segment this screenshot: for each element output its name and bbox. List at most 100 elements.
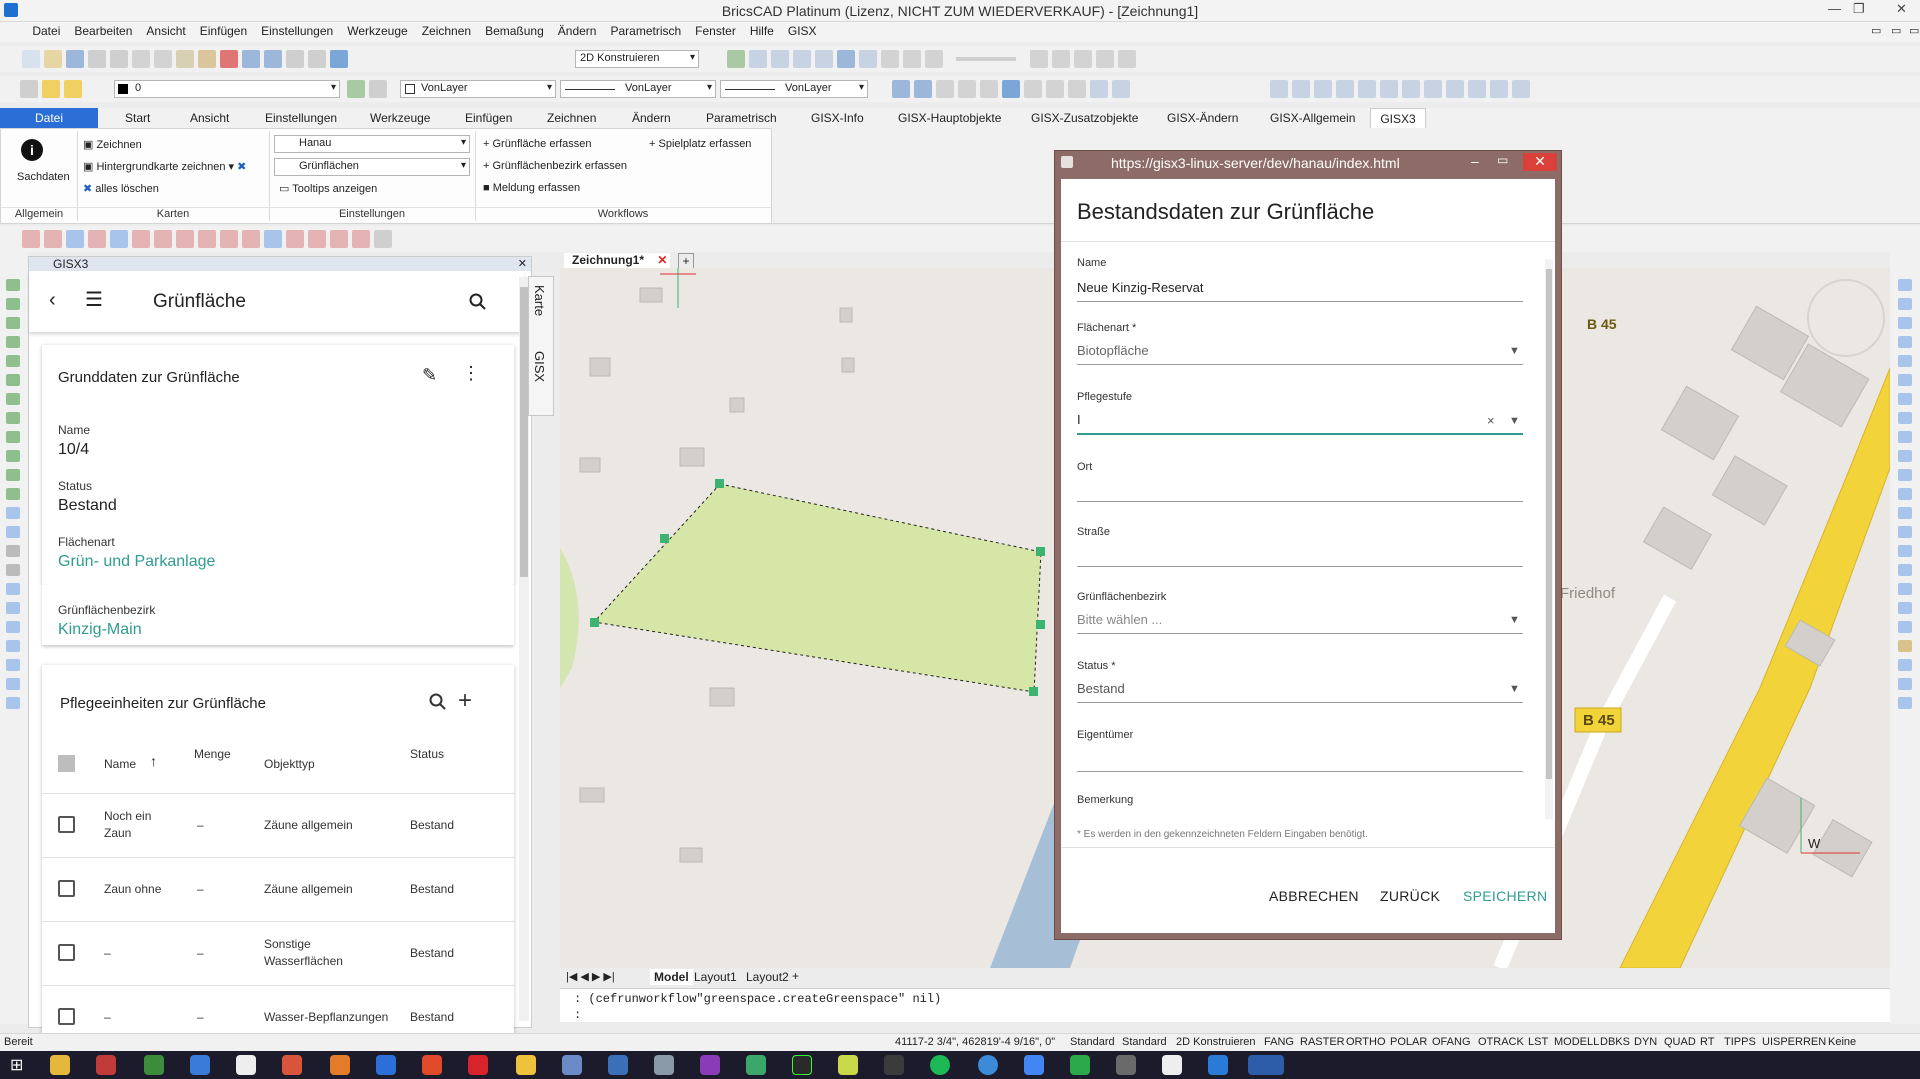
status-ortho[interactable]: ORTHO: [1346, 1036, 1386, 1048]
dialog-maximize-icon[interactable]: ▭: [1497, 153, 1508, 167]
minimize-icon[interactable]: —: [1828, 1, 1841, 16]
taskbar-bricscad-icon[interactable]: [1248, 1055, 1284, 1075]
taskbar-app5-icon[interactable]: [516, 1055, 536, 1075]
edit-tool-4-icon[interactable]: [1336, 80, 1354, 98]
edit-pencil-icon[interactable]: ✎: [422, 365, 437, 386]
snap-nearest-icon[interactable]: [308, 230, 326, 248]
bezirk-erfassen-button[interactable]: + Grünflächenbezirk erfassen: [483, 160, 627, 172]
snap-parallel-icon[interactable]: [176, 230, 194, 248]
taskbar-cmd-icon[interactable]: [1162, 1055, 1182, 1075]
field-bezirk-value-2[interactable]: Kinzig-Main: [58, 621, 142, 639]
tab-werkzeuge[interactable]: Werkzeuge: [370, 111, 430, 125]
menu-icon[interactable]: ☰: [85, 287, 103, 312]
status-dimstyle[interactable]: Standard: [1122, 1036, 1167, 1048]
copy-icon[interactable]: [154, 50, 172, 68]
tab-zeichnen[interactable]: Zeichnen: [547, 111, 596, 125]
modify-properties-icon[interactable]: [1898, 678, 1912, 690]
side-tab-karte[interactable]: Karte: [532, 285, 547, 316]
ucs-icon[interactable]: [903, 50, 921, 68]
draw-revcloud-icon[interactable]: [6, 488, 20, 500]
status-fang[interactable]: FANG: [1264, 1036, 1294, 1048]
status-otrack[interactable]: OTRACK: [1478, 1036, 1524, 1048]
layer-state-icon[interactable]: [42, 80, 60, 98]
eigentuemer-input[interactable]: [1077, 749, 1523, 767]
binoculars-icon[interactable]: [1046, 80, 1064, 98]
edit-tool-1-icon[interactable]: [1270, 80, 1288, 98]
save-icon[interactable]: [66, 50, 84, 68]
table-row[interactable]: Noch ein Zaun – Zäune allgemein Bestand: [42, 794, 514, 858]
col-menge[interactable]: Menge: [194, 747, 231, 761]
status-raster[interactable]: RASTER: [1300, 1036, 1345, 1048]
pflegestufe-clear-icon[interactable]: ×: [1487, 413, 1495, 428]
layer-prev-icon[interactable]: [347, 80, 365, 98]
edit-tool-9-icon[interactable]: [1446, 80, 1464, 98]
grip-vertex[interactable]: [660, 534, 669, 543]
status-uisperren[interactable]: UISPERREN: [1762, 1036, 1826, 1048]
layout-tab-layout2[interactable]: Layout2: [742, 969, 793, 985]
draw-table-icon[interactable]: [6, 526, 20, 538]
color-select[interactable]: VonLayer: [400, 80, 556, 98]
pan-icon[interactable]: [837, 50, 855, 68]
taskbar-app12-icon[interactable]: [884, 1055, 904, 1075]
gruenflaeche-erfassen-button[interactable]: + Grünfläche erfassen: [483, 138, 592, 150]
modify-align-icon[interactable]: [1898, 431, 1912, 443]
taskbar-explorer-icon[interactable]: [50, 1055, 70, 1075]
draw-spline-icon[interactable]: [6, 393, 20, 405]
table-row[interactable]: Zaun ohne – Zäune allgemein Bestand: [42, 858, 514, 922]
col-status[interactable]: Status: [410, 747, 444, 761]
layer-make-icon[interactable]: [369, 80, 387, 98]
tab-gisx-zusatzobjekte[interactable]: GISX-Zusatzobjekte: [1031, 111, 1138, 125]
edit-tool-7-icon[interactable]: [1402, 80, 1420, 98]
snap-insert-icon[interactable]: [242, 230, 260, 248]
alles-loeschen-button[interactable]: ✖ alles löschen: [83, 182, 159, 195]
orbit-icon[interactable]: [859, 50, 877, 68]
select-all-checkbox[interactable]: [58, 755, 75, 772]
taskbar-app3-icon[interactable]: [236, 1055, 256, 1075]
status-keine[interactable]: Keine: [1828, 1036, 1856, 1048]
edit-tool-10-icon[interactable]: [1468, 80, 1486, 98]
taskbar-ie-icon[interactable]: [190, 1055, 210, 1075]
taskbar-app9-icon[interactable]: [700, 1055, 720, 1075]
snap-perp-icon[interactable]: [154, 230, 172, 248]
status-modell[interactable]: MODELL: [1554, 1036, 1599, 1048]
taskbar-app13-icon[interactable]: [978, 1055, 998, 1075]
taskbar-app2-icon[interactable]: [144, 1055, 164, 1075]
layout-tab-model[interactable]: Model: [650, 969, 693, 985]
tab-start[interactable]: Start: [125, 111, 150, 125]
restore-icon[interactable]: ❐: [1853, 1, 1865, 17]
edit-tool-8-icon[interactable]: [1424, 80, 1442, 98]
taskbar-vscode-icon[interactable]: [1208, 1055, 1228, 1075]
snap-midpoint-icon[interactable]: [88, 230, 106, 248]
regen-icon[interactable]: [727, 50, 745, 68]
match-prop-icon[interactable]: [198, 50, 216, 68]
layer-select[interactable]: 0: [114, 80, 340, 98]
draw-arc-icon[interactable]: [6, 355, 20, 367]
taskbar-vivaldi-icon[interactable]: [468, 1055, 488, 1075]
edit-icon[interactable]: [936, 80, 954, 98]
modify-extra-icon[interactable]: [1898, 697, 1912, 709]
status-lst[interactable]: LST: [1528, 1036, 1548, 1048]
draw-abc-icon[interactable]: [6, 697, 20, 709]
cut-icon[interactable]: [132, 50, 150, 68]
snap-none-icon[interactable]: [330, 230, 348, 248]
menu-ansicht[interactable]: Ansicht: [139, 22, 192, 40]
row-checkbox[interactable]: [58, 1008, 75, 1025]
plot-icon[interactable]: [110, 50, 128, 68]
status-workspace[interactable]: 2D Konstruieren: [1176, 1036, 1256, 1048]
col-objekttyp[interactable]: Objekttyp: [264, 757, 315, 771]
draw-mtext-icon[interactable]: [6, 564, 20, 576]
snap-center-icon[interactable]: [110, 230, 128, 248]
block-icon[interactable]: [958, 80, 976, 98]
theme-select[interactable]: Grünflächen: [274, 158, 470, 176]
modify-array-icon[interactable]: [1898, 412, 1912, 424]
snap-endpoint-icon[interactable]: [66, 230, 84, 248]
workspace-select[interactable]: 2D Konstruieren: [575, 50, 699, 68]
slider[interactable]: [956, 57, 1017, 61]
strasse-input[interactable]: [1077, 546, 1523, 564]
city-select[interactable]: Hanau: [274, 135, 470, 153]
draw-hatch-icon[interactable]: [6, 431, 20, 443]
menu-einfuegen[interactable]: Einfügen: [193, 22, 254, 40]
camera-icon[interactable]: [925, 50, 943, 68]
add-icon[interactable]: +: [458, 687, 472, 715]
taskbar-app11-icon[interactable]: [838, 1055, 858, 1075]
